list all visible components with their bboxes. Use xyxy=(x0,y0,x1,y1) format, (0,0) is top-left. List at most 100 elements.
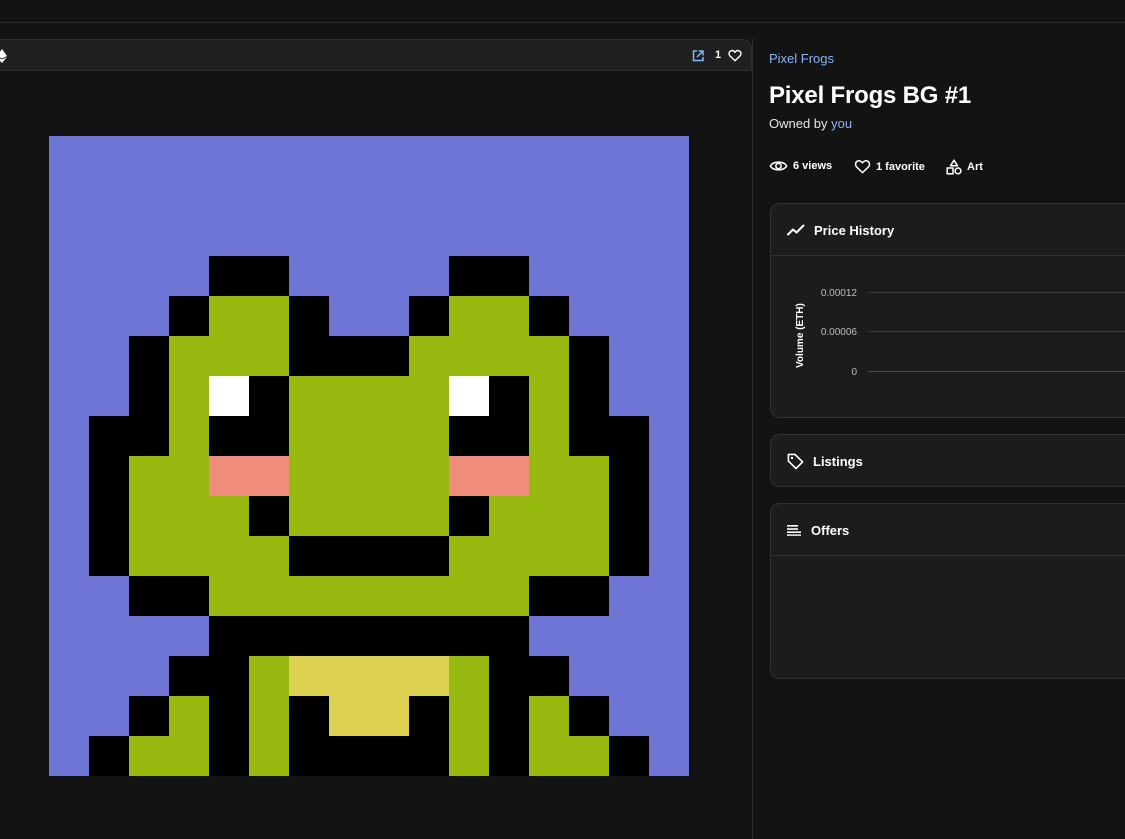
pixel xyxy=(529,416,570,457)
pixel xyxy=(169,496,210,537)
pixel xyxy=(289,336,330,377)
pixel xyxy=(169,256,210,297)
pixel xyxy=(289,736,330,776)
pixel xyxy=(249,576,290,617)
pixel xyxy=(529,336,570,377)
pixel xyxy=(449,376,490,417)
pixel xyxy=(529,376,570,417)
pixel xyxy=(129,296,170,337)
pixel xyxy=(329,136,370,177)
pixel xyxy=(289,456,330,497)
pixel xyxy=(49,296,90,337)
pixel xyxy=(369,136,410,177)
pixel xyxy=(89,456,130,497)
open-external-icon[interactable] xyxy=(692,50,704,62)
pixel xyxy=(89,256,130,297)
list-icon xyxy=(787,525,801,536)
trending-line-icon xyxy=(787,224,805,236)
favorite-count: 1 xyxy=(715,49,722,61)
pixel xyxy=(449,336,490,377)
pixel xyxy=(449,296,490,337)
pixel xyxy=(169,456,210,497)
pixel xyxy=(89,496,130,537)
pixel xyxy=(409,656,450,697)
pixel xyxy=(169,336,210,377)
pixel xyxy=(249,296,290,337)
collection-link[interactable]: Pixel Frogs xyxy=(769,51,834,66)
pixel xyxy=(129,136,170,177)
y-axis-label: Volume (ETH) xyxy=(795,303,806,368)
pixel xyxy=(489,656,530,697)
listings-card: Listings xyxy=(770,434,1125,487)
pixel xyxy=(489,616,530,657)
pixel xyxy=(49,576,90,617)
pixel xyxy=(409,536,450,577)
pixel xyxy=(649,456,689,497)
pixel xyxy=(329,176,370,217)
pixel xyxy=(209,576,250,617)
pixel xyxy=(609,296,650,337)
pixel xyxy=(369,456,410,497)
pixel xyxy=(609,736,650,776)
pixel xyxy=(409,136,450,177)
pixel xyxy=(369,736,410,776)
pixel xyxy=(489,296,530,337)
pixel xyxy=(489,216,530,257)
pixel xyxy=(329,736,370,776)
pixel xyxy=(449,416,490,457)
pixel xyxy=(289,296,330,337)
pixel xyxy=(649,216,689,257)
pixel xyxy=(369,656,410,697)
pixel xyxy=(529,136,570,177)
pixel xyxy=(609,696,650,737)
pixel xyxy=(489,256,530,297)
owner-link[interactable]: you xyxy=(831,116,852,131)
pixel xyxy=(609,176,650,217)
pixel xyxy=(489,696,530,737)
pixel xyxy=(649,616,689,657)
pixel xyxy=(649,656,689,697)
pixel xyxy=(489,376,530,417)
pixel xyxy=(449,576,490,617)
pixel xyxy=(169,536,210,577)
card-divider xyxy=(771,555,1125,556)
pixel xyxy=(529,296,570,337)
offers-header[interactable]: Offers xyxy=(771,504,1125,556)
pixel xyxy=(249,656,290,697)
price-history-header[interactable]: Price History xyxy=(771,204,1125,256)
pixel xyxy=(649,416,689,457)
category-label: Art xyxy=(967,161,983,173)
pixel xyxy=(129,736,170,776)
pixel xyxy=(609,536,650,577)
pixel xyxy=(609,656,650,697)
pixel xyxy=(489,176,530,217)
pixel xyxy=(409,456,450,497)
pixel xyxy=(209,336,250,377)
pixel xyxy=(289,136,330,177)
pixel xyxy=(449,736,490,776)
pixel xyxy=(369,296,410,337)
pixel xyxy=(249,496,290,537)
pixel xyxy=(129,176,170,217)
category-stat[interactable]: Art xyxy=(946,159,983,175)
pixel xyxy=(529,696,570,737)
pixel xyxy=(49,176,90,217)
pixel xyxy=(409,696,450,737)
pixel xyxy=(129,496,170,537)
pixel xyxy=(449,216,490,257)
pixel xyxy=(209,216,250,257)
pixel xyxy=(529,496,570,537)
pixel xyxy=(569,296,610,337)
image-header: 1 xyxy=(0,39,752,71)
pixel xyxy=(489,496,530,537)
tag-icon xyxy=(787,453,804,469)
pixel xyxy=(449,136,490,177)
pixel xyxy=(249,536,290,577)
y-tick-label: 0.00006 xyxy=(821,327,858,338)
pixel xyxy=(289,656,330,697)
pixel xyxy=(409,256,450,297)
heart-icon[interactable] xyxy=(728,49,742,62)
pixel xyxy=(289,216,330,257)
listings-header[interactable]: Listings xyxy=(771,435,1125,487)
pixel xyxy=(209,136,250,177)
